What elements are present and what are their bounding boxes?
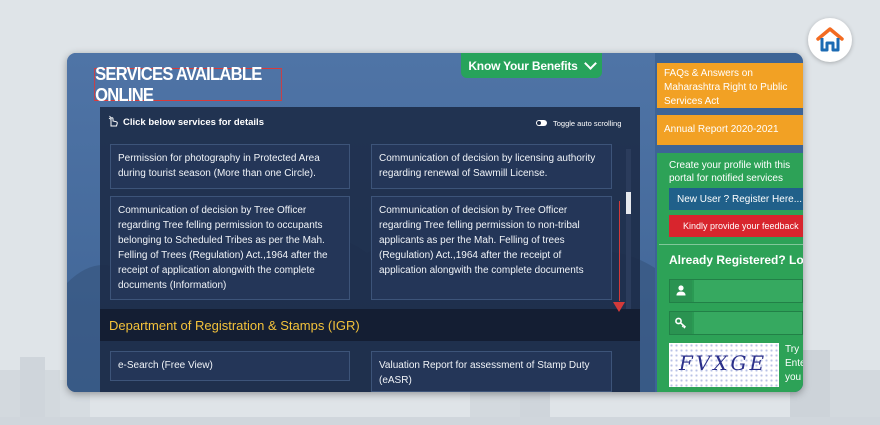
feedback-button[interactable]: Kindly provide your feedback xyxy=(669,215,803,237)
username-input[interactable] xyxy=(694,280,802,302)
captcha-text: FVXGE xyxy=(679,351,768,375)
panel-instruction: Click below services for details xyxy=(123,117,264,128)
key-icon xyxy=(675,317,687,329)
right-sidebar: FAQs & Answers on Maharashtra Right to P… xyxy=(655,53,803,392)
profile-text-content: Create your profile with this portal for… xyxy=(669,160,791,184)
service-card[interactable]: Communication of decision by Tree Office… xyxy=(371,196,612,300)
annual-report-link[interactable]: Annual Report 2020-2021 xyxy=(657,115,803,145)
captcha-hint-text: Try Enter you xyxy=(785,344,803,383)
password-row xyxy=(669,311,803,335)
service-card[interactable]: Communication of decision by Tree Office… xyxy=(110,196,350,300)
login-divider xyxy=(659,244,803,245)
profile-text: Create your profile with this portal for… xyxy=(669,159,803,185)
scroll-annotation-arrow xyxy=(619,201,620,301)
username-row xyxy=(669,279,803,303)
key-icon-box xyxy=(670,312,692,334)
already-registered-heading: Already Registered? Login xyxy=(669,253,803,267)
auto-scroll-toggle-label[interactable]: Toggle auto scrolling xyxy=(553,119,621,128)
panel-scrollbar[interactable] xyxy=(626,149,631,324)
department-header: Department of Registration & Stamps (IGR… xyxy=(100,309,640,341)
auto-scroll-toggle[interactable] xyxy=(536,120,547,126)
user-icon xyxy=(676,285,686,296)
panel-scrollbar-thumb[interactable] xyxy=(626,192,631,214)
faq-link-text: FAQs & Answers on Maharashtra Right to P… xyxy=(664,68,788,107)
know-your-benefits-button[interactable]: Know Your Benefits xyxy=(461,53,602,78)
faq-link[interactable]: FAQs & Answers on Maharashtra Right to P… xyxy=(657,63,803,108)
service-card[interactable]: Permission for photography in Protected … xyxy=(110,144,350,189)
user-icon-box xyxy=(670,280,692,302)
captcha-image: FVXGE xyxy=(669,343,779,387)
pointer-hand-icon xyxy=(108,115,118,127)
scroll-annotation-arrowhead xyxy=(613,302,625,312)
services-area: Know Your Benefits SERVICES AVAILABLE ON… xyxy=(67,53,655,392)
service-card[interactable]: Communication of decision by licensing a… xyxy=(371,144,612,189)
panel-header: Click below services for details Toggle … xyxy=(100,107,640,137)
know-your-benefits-label: Know Your Benefits xyxy=(468,58,578,73)
service-card[interactable]: e-Search (Free View) xyxy=(110,351,350,381)
home-icon xyxy=(816,27,844,52)
captcha-hint: Try Enter you xyxy=(785,343,803,385)
password-input[interactable] xyxy=(694,312,802,334)
service-card[interactable]: Valuation Report for assessment of Stamp… xyxy=(371,351,612,392)
register-button[interactable]: New User ? Register Here... xyxy=(669,188,803,210)
home-logo-badge xyxy=(808,18,852,62)
section-title: SERVICES AVAILABLE ONLINE xyxy=(94,64,282,105)
services-panel: Click below services for details Toggle … xyxy=(100,107,640,392)
login-panel: Create your profile with this portal for… xyxy=(657,153,803,392)
browser-window: Know Your Benefits SERVICES AVAILABLE ON… xyxy=(67,53,803,392)
chevron-down-icon xyxy=(583,57,597,70)
